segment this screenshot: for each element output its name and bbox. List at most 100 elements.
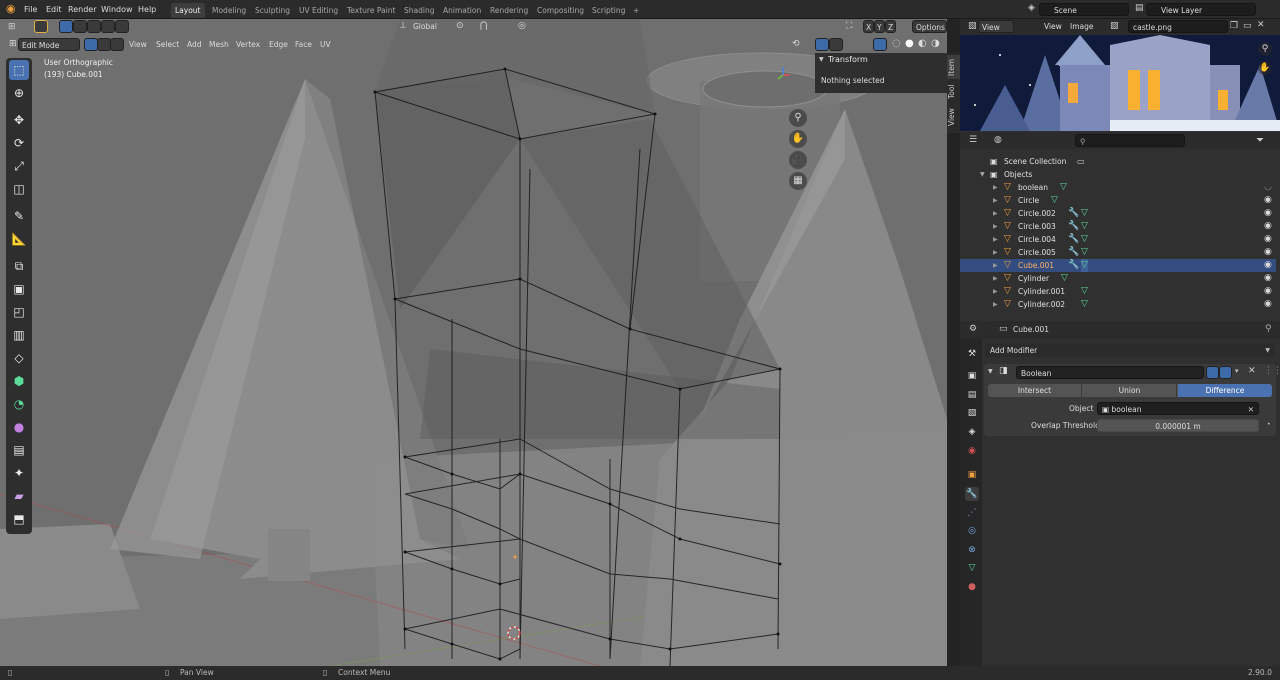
menu-edge[interactable]: Edge [266,38,291,51]
visibility-hidden-icon[interactable]: ◡ [1264,181,1272,194]
camera-view-icon[interactable]: 🎥 [789,151,807,169]
menu-face[interactable]: Face [292,38,315,51]
image-browse-icon[interactable]: ▨ [1110,21,1119,31]
transform-orientation-icon[interactable]: ⟂ [400,21,406,31]
smooth-tool-icon[interactable]: ● [9,417,29,437]
mode-icon[interactable]: ⊞ [9,39,17,49]
list-item[interactable]: ▶ ▽ Cylinder.001 ▽ ◉ [960,285,1276,298]
material-tab-icon[interactable]: ● [965,580,979,594]
list-item[interactable]: ▶ ▽ Cylinder ▽ ◉ [960,272,1276,285]
tab-modeling[interactable]: Modeling [208,3,250,18]
select-box-tool-icon[interactable]: ⬚ [9,60,29,80]
menu-select[interactable]: Select [153,38,182,51]
image-pan-icon[interactable]: ✋ [1258,61,1272,75]
expand-arrow-icon[interactable]: ▶ [993,272,998,285]
select-mode-invert-icon[interactable] [101,20,115,33]
image-menu-image[interactable]: Image [1067,20,1097,33]
pin-icon[interactable]: ⚲ [1265,324,1272,334]
shading-rendered-icon[interactable]: ◑ [931,38,940,49]
tab-view[interactable]: View [947,105,960,129]
select-mode-intersect-icon[interactable] [115,20,129,33]
mirror-x-toggle[interactable]: X [863,20,874,33]
tab-sculpting[interactable]: Sculpting [251,3,294,18]
transform-section-title[interactable]: Transform [828,55,868,64]
menu-render[interactable]: Render [68,3,96,16]
vertex-select-icon[interactable] [84,38,98,51]
menu-help[interactable]: Help [138,3,156,16]
measure-tool-icon[interactable]: 📐 [9,229,29,249]
rip-region-tool-icon[interactable]: ⬒ [9,509,29,529]
select-mode-subtract-icon[interactable] [87,20,101,33]
collapse-arrow-icon[interactable]: ▼ [819,56,824,63]
visibility-eye-icon[interactable]: ◉ [1264,194,1272,207]
toggle-xray-icon[interactable]: ⛶ [846,21,852,31]
edge-slide-tool-icon[interactable]: ▤ [9,440,29,460]
list-item[interactable]: ▶ ▽ Circle.002 🔧 ▽ ◉ [960,207,1276,220]
xray-toggle-icon[interactable] [873,38,887,51]
scene-field[interactable]: Scene [1039,3,1129,16]
mirror-y-toggle[interactable]: Y [874,20,885,33]
select-mode-extend-icon[interactable] [73,20,87,33]
properties-type-icon[interactable]: ⚙ [969,324,977,334]
shading-material-icon[interactable]: ◐ [918,38,927,49]
image-menu-view[interactable]: View [1041,20,1065,33]
tool-tab-icon[interactable]: ⚒ [965,347,979,361]
perspective-toggle-icon[interactable]: ▦ [789,172,807,190]
add-modifier-dropdown[interactable]: Add Modifier ▼ [985,344,1275,357]
list-item[interactable]: ▶ ▽ Circle.004 🔧 ▽ ◉ [960,233,1276,246]
view-layer-tab-icon[interactable]: ▧ [965,406,979,420]
tab-rendering[interactable]: Rendering [486,3,532,18]
constraints-tab-icon[interactable]: ⊗ [965,543,979,557]
pivot-icon[interactable]: ⊙ [456,21,464,31]
image-editor-type-icon[interactable]: ▧ [968,21,977,31]
visibility-eye-icon[interactable]: ◉ [1264,285,1272,298]
menu-window[interactable]: Window [101,3,133,16]
keyframe-dot-icon[interactable]: • [1267,421,1271,428]
list-item[interactable]: ▣ Scene Collection ▭ [960,155,1276,168]
filter-icon[interactable]: ⏷ [1256,135,1264,146]
image-view-dropdown[interactable]: View [978,20,1014,33]
transform-tool-icon[interactable]: ◫ [9,179,29,199]
render-tab-icon[interactable]: ▣ [965,369,979,383]
outliner-type-icon[interactable]: ☰ [969,135,977,145]
visibility-eye-icon[interactable]: ◉ [1264,246,1272,259]
modifier-menu-icon[interactable]: ▾ [1235,367,1239,375]
shrink-fatten-tool-icon[interactable]: ✦ [9,463,29,483]
show-in-render-icon[interactable] [1219,366,1232,379]
menu-vertex[interactable]: Vertex [233,38,263,51]
tab-shading[interactable]: Shading [400,3,438,18]
face-select-icon[interactable] [110,38,124,51]
view-layer-field[interactable]: View Layer [1146,3,1256,16]
mesh-data-tab-icon[interactable]: ▽ [965,561,979,575]
expand-arrow-icon[interactable]: ▶ [993,220,998,233]
expand-arrow-icon[interactable]: ▶ [993,194,998,207]
particles-tab-icon[interactable]: ⋰ [965,506,979,520]
expand-arrow-icon[interactable]: ▶ [993,259,998,272]
list-item[interactable]: ▼ ▣ Objects [960,168,1276,181]
visibility-eye-icon[interactable]: ◉ [1264,259,1272,272]
options-dropdown[interactable]: Options [912,20,947,33]
select-mode-set-icon[interactable] [59,20,73,33]
visibility-eye-icon[interactable]: ◉ [1264,220,1272,233]
drag-handle-icon[interactable]: ⋮⋮ [1264,366,1280,376]
shading-solid-icon[interactable]: ● [905,38,914,49]
visibility-eye-icon[interactable]: ◉ [1264,233,1272,246]
overlay-toggle-icon[interactable] [815,38,829,51]
tab-texture-paint[interactable]: Texture Paint [343,3,399,18]
shading-wireframe-icon[interactable]: ◌ [892,38,901,49]
display-mode-icon[interactable]: ◍ [994,135,1002,145]
editor-type-icon[interactable]: ⊞ [8,22,16,32]
list-item[interactable]: ▶ ▽ Cylinder.002 ▽ ◉ [960,298,1276,311]
expand-arrow-icon[interactable]: ▶ [993,207,998,220]
pan-hand-icon[interactable]: ✋ [789,130,807,148]
close-icon[interactable]: ✕ [1248,366,1256,376]
image-name-field[interactable]: castle.png [1128,20,1228,33]
scale-tool-icon[interactable]: ⤢ [9,156,29,176]
expand-arrow-icon[interactable]: ▶ [993,181,998,194]
scene-icon[interactable]: ◈ [1028,3,1035,13]
blender-logo-icon[interactable]: ◉ [6,2,16,15]
operation-union-button[interactable]: Union [1083,384,1177,397]
list-item[interactable]: ▶ ▽ Circle.003 🔧 ▽ ◉ [960,220,1276,233]
visibility-eye-icon[interactable]: ◉ [1264,298,1272,311]
list-item[interactable]: ▶ ▽ Circle.005 🔧 ▽ ◉ [960,246,1276,259]
